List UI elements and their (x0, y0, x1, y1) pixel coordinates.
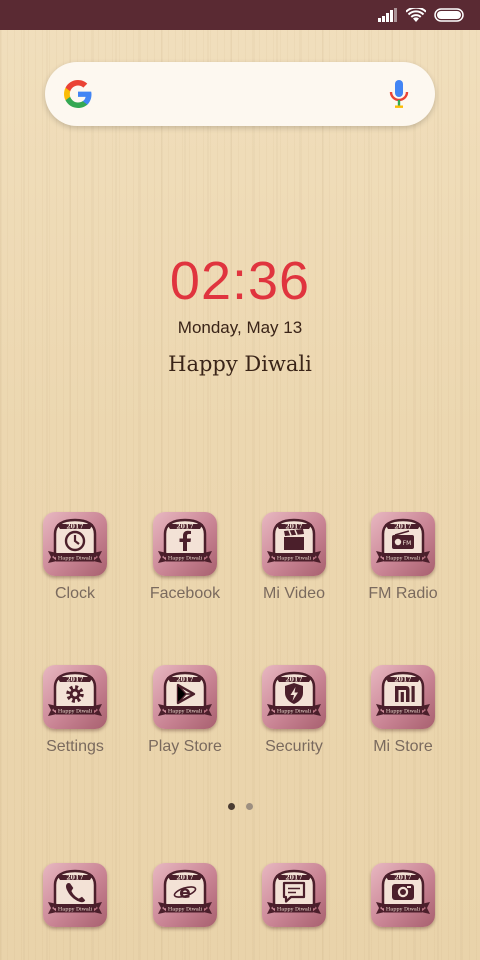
shield-bolt-icon[interactable]: 2017 Happy Diwali (262, 665, 326, 729)
app-label: Facebook (149, 585, 221, 602)
app-settings[interactable]: 2017 Happy Diwali Settings (20, 665, 130, 756)
browser-icon[interactable]: 2017 e Happy Diwali (153, 863, 217, 927)
app-label: Clock (54, 585, 95, 602)
dock-browser[interactable]: 2017 e Happy Diwali (130, 863, 240, 927)
clock-icon[interactable]: 2017 Happy Diwali (43, 512, 107, 576)
svg-text:Happy Diwali: Happy Diwali (168, 907, 203, 913)
app-security[interactable]: 2017 Happy Diwali Security (239, 665, 349, 756)
svg-text:Happy Diwali: Happy Diwali (58, 907, 93, 913)
app-fm-radio[interactable]: 2017 FM Happy Diwali FM Radio (348, 512, 458, 603)
dock-phone[interactable]: 2017 Happy Diwali (20, 863, 130, 927)
svg-text:2017: 2017 (394, 874, 411, 881)
svg-text:2017: 2017 (66, 676, 83, 683)
svg-text:2017: 2017 (394, 676, 411, 683)
svg-text:e: e (179, 883, 191, 903)
clock-date[interactable]: Monday, May 13 (0, 318, 480, 338)
google-icon (64, 80, 92, 108)
app-label: Security (265, 738, 323, 755)
app-label: Play Store (148, 738, 222, 755)
svg-text:FM: FM (403, 540, 412, 547)
svg-text:Happy Diwali: Happy Diwali (58, 556, 93, 562)
svg-text:2017: 2017 (285, 874, 302, 881)
page-dot[interactable] (245, 803, 253, 810)
status-bar (0, 0, 480, 30)
svg-text:2017: 2017 (285, 676, 302, 683)
app-mi-store[interactable]: 2017 Happy Diwali Mi Store (348, 665, 458, 756)
play-store-icon[interactable]: 2017 Happy Diwali (153, 665, 217, 729)
clapperboard-icon[interactable]: 2017 Happy Diwali (262, 512, 326, 576)
svg-text:Happy Diwali: Happy Diwali (168, 556, 203, 562)
messages-icon[interactable]: 2017 Happy Diwali (262, 863, 326, 927)
gear-icon[interactable]: 2017 Happy Diwali (43, 665, 107, 729)
dock-messages[interactable]: 2017 Happy Diwali (239, 863, 349, 927)
app-facebook[interactable]: 2017 Happy Diwali Facebook (130, 512, 240, 603)
svg-text:Happy Diwali: Happy Diwali (168, 709, 203, 715)
svg-text:2017: 2017 (176, 523, 193, 530)
search-bar[interactable] (45, 62, 435, 126)
phone-icon[interactable]: 2017 Happy Diwali (43, 863, 107, 927)
app-label: Settings (46, 738, 104, 755)
signal-icon (378, 8, 397, 22)
svg-text:2017: 2017 (285, 523, 302, 530)
svg-text:2017: 2017 (176, 874, 193, 881)
dock-camera[interactable]: 2017 Happy Diwali (348, 863, 458, 927)
page-dot-active[interactable] (227, 803, 235, 810)
svg-text:Happy Diwali: Happy Diwali (386, 556, 421, 562)
page-indicator (0, 803, 480, 813)
svg-text:2017: 2017 (394, 523, 411, 530)
clock-time[interactable]: 02:36 (0, 250, 480, 312)
radio-icon[interactable]: 2017 FM Happy Diwali (371, 512, 435, 576)
app-label: Mi Store (373, 738, 433, 755)
svg-text:Happy Diwali: Happy Diwali (277, 907, 312, 913)
svg-text:Happy Diwali: Happy Diwali (386, 709, 421, 715)
mi-logo-icon[interactable]: 2017 Happy Diwali (371, 665, 435, 729)
svg-text:2017: 2017 (66, 523, 83, 530)
wifi-icon (406, 7, 426, 22)
greeting-text: Happy Diwali (168, 352, 312, 376)
app-play-store[interactable]: 2017 Happy Diwali Play Store (130, 665, 240, 756)
app-mi-video[interactable]: 2017 Happy Diwali Mi Video (239, 512, 349, 603)
app-clock[interactable]: 2017 Happy Diwali Clock (20, 512, 130, 603)
svg-text:Happy Diwali: Happy Diwali (386, 907, 421, 913)
svg-text:Happy Diwali: Happy Diwali (277, 709, 312, 715)
svg-text:Happy Diwali: Happy Diwali (277, 556, 312, 562)
svg-text:Happy Diwali: Happy Diwali (58, 709, 93, 715)
camera-icon[interactable]: 2017 Happy Diwali (371, 863, 435, 927)
svg-text:2017: 2017 (176, 676, 193, 683)
app-label: FM Radio (368, 585, 438, 602)
svg-text:2017: 2017 (66, 874, 83, 881)
facebook-icon[interactable]: 2017 Happy Diwali (153, 512, 217, 576)
battery-icon (434, 8, 464, 22)
mic-icon[interactable] (389, 79, 409, 109)
app-label: Mi Video (263, 585, 325, 602)
